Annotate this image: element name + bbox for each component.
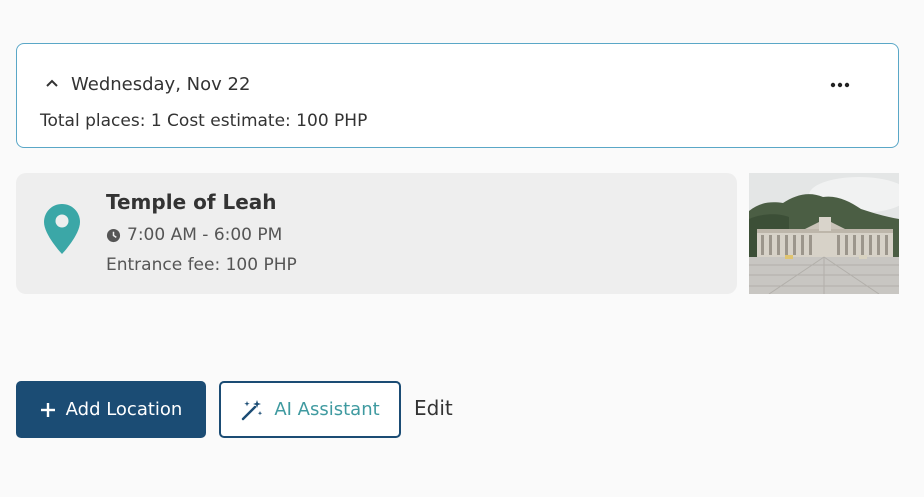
ai-assistant-button[interactable]: AI Assistant xyxy=(219,381,401,438)
day-header-card: Wednesday, Nov 22 Total places: 1 Cost e… xyxy=(16,43,899,148)
edit-button[interactable]: Edit xyxy=(414,396,453,420)
ai-assistant-label: AI Assistant xyxy=(274,399,380,420)
day-summary: Total places: 1 Cost estimate: 100 PHP xyxy=(40,111,368,131)
plus-icon xyxy=(40,402,55,417)
place-hours-text: 7:00 AM - 6:00 PM xyxy=(127,225,283,245)
clock-icon xyxy=(106,228,121,242)
place-fee: Entrance fee: 100 PHP xyxy=(106,255,297,275)
location-pin-icon xyxy=(44,204,80,254)
place-card[interactable]: Temple of Leah 7:00 AM - 6:00 PM Entranc… xyxy=(16,173,737,294)
add-location-button[interactable]: Add Location xyxy=(16,381,206,438)
add-location-label: Add Location xyxy=(65,399,183,420)
place-photo[interactable] xyxy=(749,173,899,294)
magic-wand-icon xyxy=(242,399,263,420)
chevron-up-icon[interactable] xyxy=(45,78,59,88)
more-options-icon[interactable] xyxy=(827,74,853,96)
place-hours: 7:00 AM - 6:00 PM xyxy=(106,225,282,245)
day-title: Wednesday, Nov 22 xyxy=(71,74,251,95)
place-name: Temple of Leah xyxy=(106,190,277,214)
